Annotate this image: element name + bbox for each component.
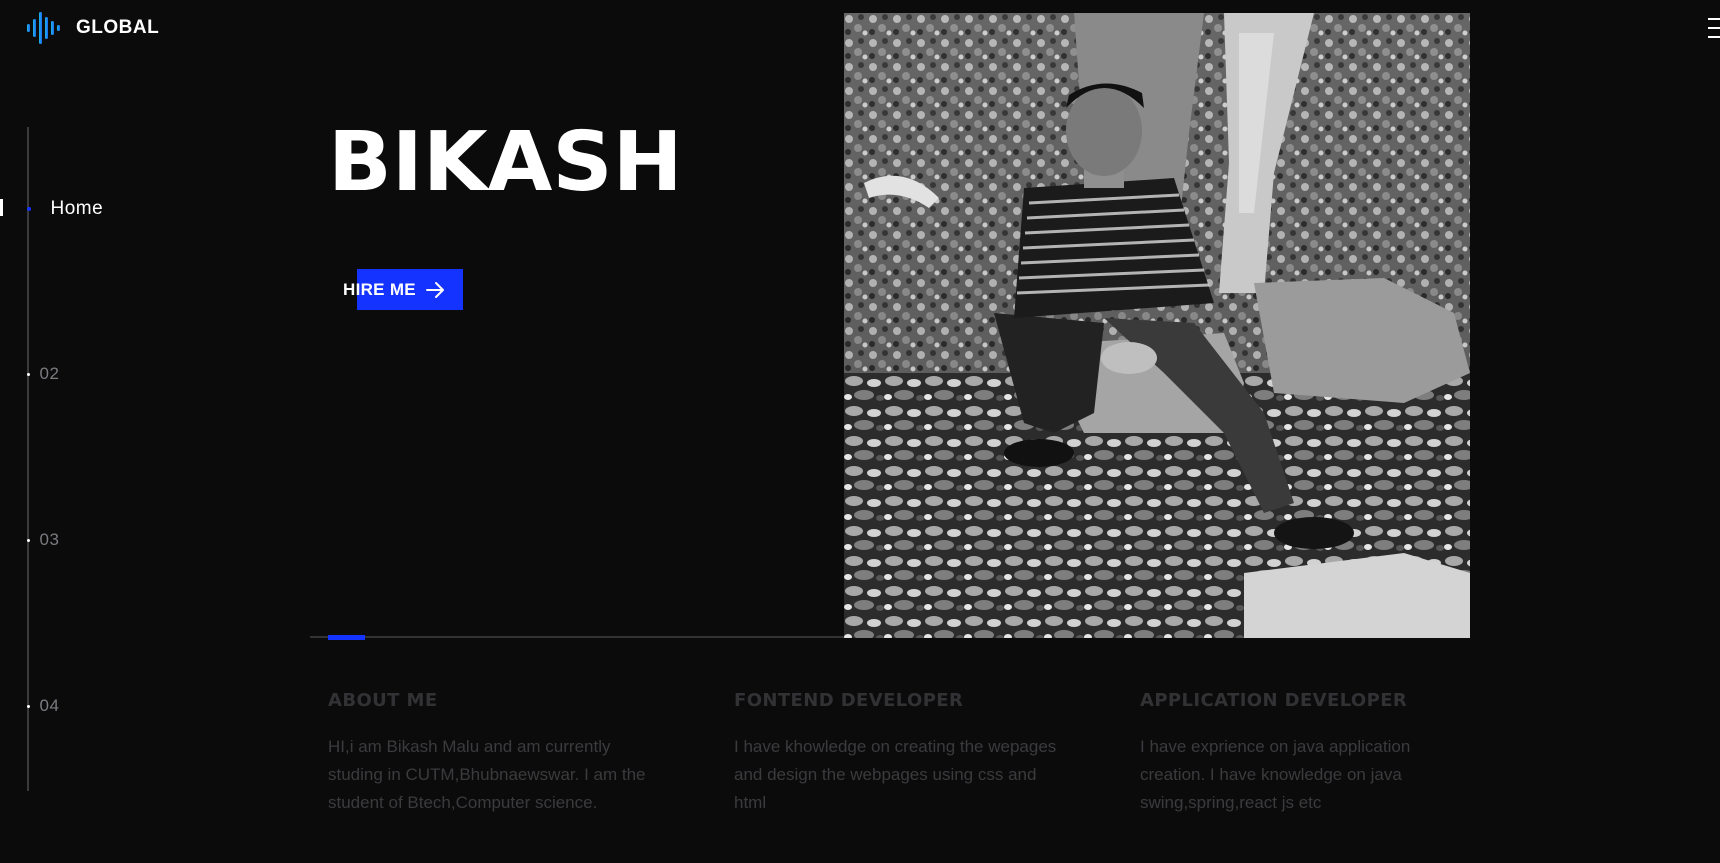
section-title: FONTEND DEVELOPER — [734, 690, 964, 711]
arrow-right-icon — [425, 281, 444, 298]
side-nav-line — [27, 127, 29, 791]
side-nav-item-04[interactable]: 04 — [26, 696, 60, 716]
side-nav-dot — [26, 704, 30, 708]
portfolio-page: GLOBAL Home 02 03 04 BIKASH HIRE ME ABOU… — [0, 0, 1720, 863]
side-nav-item-02[interactable]: 02 — [26, 364, 60, 384]
profile-photo — [844, 13, 1470, 638]
hire-me-button-label: HIRE ME — [343, 279, 416, 299]
slide-progress-track — [310, 636, 844, 638]
side-nav-dot — [26, 207, 31, 211]
section-text: I have exprience on java application cre… — [1140, 737, 1411, 812]
hero-title: BIKASH — [328, 115, 683, 210]
about-me-section: ABOUT ME HI,i am Bikash Malu and am curr… — [328, 690, 658, 817]
side-nav-label: 03 — [39, 530, 60, 549]
side-nav-label: Home — [50, 198, 104, 219]
profile-photo-image — [844, 13, 1470, 638]
side-nav-label: 02 — [39, 364, 60, 383]
side-nav-item-home[interactable]: Home — [26, 198, 104, 220]
application-developer-section: APPLICATION DEVELOPER I have exprience o… — [1140, 690, 1470, 817]
side-nav-item-03[interactable]: 03 — [26, 530, 60, 550]
side-nav-label: 04 — [39, 696, 60, 715]
slide-progress-fill — [328, 635, 365, 640]
side-nav-dot — [26, 372, 30, 376]
section-text: HI,i am Bikash Malu and am currently stu… — [328, 737, 646, 812]
logo[interactable]: GLOBAL — [26, 10, 159, 46]
hire-me-button[interactable]: HIRE ME — [343, 269, 463, 310]
side-nav-dot — [26, 538, 30, 542]
section-title: ABOUT ME — [328, 690, 438, 711]
logo-text: GLOBAL — [76, 17, 160, 38]
frontend-developer-section: FONTEND DEVELOPER I have khowledge on cr… — [734, 690, 1064, 817]
hamburger-menu-icon[interactable] — [1708, 18, 1720, 40]
soundwave-icon — [27, 12, 60, 44]
side-edge-marker — [0, 199, 3, 216]
section-text: I have khowledge on creating the wepages… — [734, 737, 1057, 812]
section-title: APPLICATION DEVELOPER — [1140, 690, 1408, 711]
